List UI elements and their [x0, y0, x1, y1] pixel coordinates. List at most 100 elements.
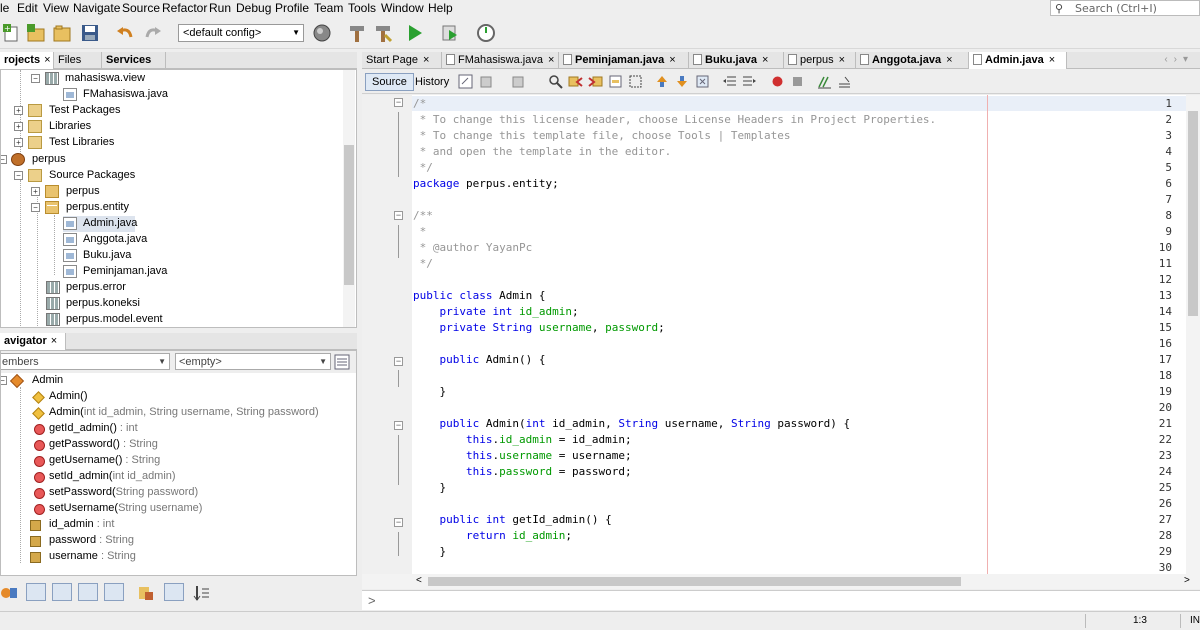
- source-button[interactable]: Source: [365, 73, 414, 91]
- clean-build-icon[interactable]: [373, 23, 393, 43]
- menu-tools[interactable]: Tools: [348, 1, 376, 15]
- config-select[interactable]: <default config> ▼: [178, 24, 304, 42]
- menu-source[interactable]: Source: [122, 1, 160, 15]
- tab-anggota[interactable]: Anggota.java ×: [856, 52, 969, 69]
- close-icon[interactable]: ×: [51, 335, 57, 347]
- tab-peminjaman[interactable]: Peminjaman.java ×: [559, 52, 689, 69]
- tab-services[interactable]: Services: [102, 52, 166, 69]
- menu-file[interactable]: le: [0, 1, 9, 15]
- close-icon[interactable]: ×: [44, 54, 50, 66]
- find-next-icon[interactable]: [588, 74, 603, 89]
- uncomment-icon[interactable]: [837, 74, 852, 89]
- debug-icon[interactable]: [440, 23, 460, 43]
- tab-projects[interactable]: rojects ×: [0, 52, 54, 69]
- find-selection-icon[interactable]: [608, 74, 623, 89]
- fold-toggle-icon[interactable]: −: [394, 211, 403, 220]
- collapse-icon[interactable]: −: [1, 155, 7, 164]
- prev-bookmark-icon[interactable]: [655, 74, 670, 89]
- last-edit-icon[interactable]: [458, 74, 473, 89]
- editor-horizontal-scrollbar[interactable]: < >: [362, 574, 1200, 589]
- history-button[interactable]: History: [408, 73, 456, 91]
- filter-select[interactable]: <empty> ▼: [175, 353, 331, 370]
- collapse-icon[interactable]: −: [31, 203, 40, 212]
- save-all-icon[interactable]: [80, 23, 100, 43]
- editor-vertical-scrollbar[interactable]: [1186, 95, 1200, 574]
- next-bookmark-icon[interactable]: [675, 74, 690, 89]
- menu-help[interactable]: Help: [428, 1, 453, 15]
- members-view-select[interactable]: embers ▼: [1, 353, 170, 370]
- menu-view[interactable]: View: [43, 1, 69, 15]
- filter-settings-icon[interactable]: [334, 354, 350, 370]
- expand-icon[interactable]: +: [14, 138, 23, 147]
- tab-fmahasiswa[interactable]: FMahasiswa.java ×: [442, 52, 559, 69]
- find-previous-icon[interactable]: [568, 74, 583, 89]
- chevron-right-icon[interactable]: >: [368, 593, 376, 608]
- globe-icon[interactable]: [312, 23, 332, 43]
- tab-files[interactable]: Files: [54, 52, 102, 69]
- menu-navigate[interactable]: Navigate: [73, 1, 120, 15]
- scroll-left-icon[interactable]: <: [416, 575, 422, 586]
- scroll-right-icon[interactable]: >: [1184, 575, 1190, 586]
- search-input[interactable]: ⚲ Search (Ctrl+I): [1050, 0, 1200, 16]
- tree-item-selected[interactable]: Admin.java: [63, 216, 137, 232]
- tab-scroll-icons[interactable]: ‹›▾: [1164, 54, 1194, 65]
- menu-window[interactable]: Window: [381, 1, 424, 15]
- close-icon[interactable]: ×: [839, 54, 845, 66]
- tab-start-page[interactable]: Start Page ×: [362, 52, 442, 69]
- comment-icon[interactable]: [817, 74, 832, 89]
- menu-refactor[interactable]: Refactor: [162, 1, 207, 15]
- sort-by-source-icon[interactable]: [193, 584, 211, 602]
- close-icon[interactable]: ×: [548, 54, 554, 66]
- menu-team[interactable]: Team: [314, 1, 343, 15]
- stop-macro-icon[interactable]: [790, 74, 805, 89]
- back-icon[interactable]: [480, 74, 495, 89]
- undo-icon[interactable]: [115, 23, 135, 43]
- redo-icon[interactable]: [143, 23, 163, 43]
- build-hammer-icon[interactable]: [347, 23, 367, 43]
- close-icon[interactable]: ×: [669, 54, 675, 66]
- projects-scrollbar[interactable]: [343, 70, 355, 327]
- new-project-icon[interactable]: [26, 23, 46, 43]
- code-editor[interactable]: − − − − − 1 2 3 4 5 6 7 8 9 10 11 12 13 …: [362, 95, 1200, 574]
- close-icon[interactable]: ×: [946, 54, 952, 66]
- profile-icon[interactable]: [476, 23, 496, 43]
- menu-run[interactable]: Run: [209, 1, 231, 15]
- close-icon[interactable]: ×: [423, 54, 429, 66]
- show-fields-button[interactable]: [26, 583, 46, 601]
- find-icon[interactable]: [548, 74, 563, 89]
- fold-toggle-icon[interactable]: −: [394, 518, 403, 527]
- tab-admin[interactable]: Admin.java ×: [969, 52, 1067, 69]
- collapse-icon[interactable]: −: [1, 376, 7, 385]
- run-icon[interactable]: [405, 23, 425, 43]
- forward-icon[interactable]: [510, 74, 525, 89]
- show-static-button[interactable]: [52, 583, 72, 601]
- rect-select-icon[interactable]: [628, 74, 643, 89]
- sort-by-name-button[interactable]: [164, 583, 184, 601]
- menu-profile[interactable]: Profile: [275, 1, 309, 15]
- new-file-icon[interactable]: +: [2, 23, 22, 43]
- fqn-icon[interactable]: [137, 584, 155, 602]
- toggle-bookmark-icon[interactable]: [695, 74, 710, 89]
- tab-navigator[interactable]: avigator ×: [0, 333, 66, 350]
- expand-icon[interactable]: +: [14, 122, 23, 131]
- fold-toggle-icon[interactable]: −: [394, 421, 403, 430]
- tab-buku[interactable]: Buku.java ×: [689, 52, 784, 69]
- close-icon[interactable]: ×: [762, 54, 768, 66]
- menu-debug[interactable]: Debug: [236, 1, 271, 15]
- show-inherited-button[interactable]: [104, 583, 124, 601]
- expand-icon[interactable]: +: [31, 187, 40, 196]
- show-non-public-button[interactable]: [78, 583, 98, 601]
- expand-icon[interactable]: +: [14, 106, 23, 115]
- collapse-icon[interactable]: −: [31, 74, 40, 83]
- open-project-icon[interactable]: [52, 23, 72, 43]
- tab-perpus[interactable]: perpus ×: [784, 52, 856, 69]
- shift-right-icon[interactable]: [742, 74, 757, 89]
- record-macro-icon[interactable]: [770, 74, 785, 89]
- close-icon[interactable]: ×: [1049, 54, 1055, 66]
- fold-toggle-icon[interactable]: −: [394, 357, 403, 366]
- fold-toggle-icon[interactable]: −: [394, 98, 403, 107]
- shift-left-icon[interactable]: [722, 74, 737, 89]
- menu-edit[interactable]: Edit: [17, 1, 38, 15]
- collapse-icon[interactable]: −: [14, 171, 23, 180]
- hierarchy-icon[interactable]: [0, 584, 18, 602]
